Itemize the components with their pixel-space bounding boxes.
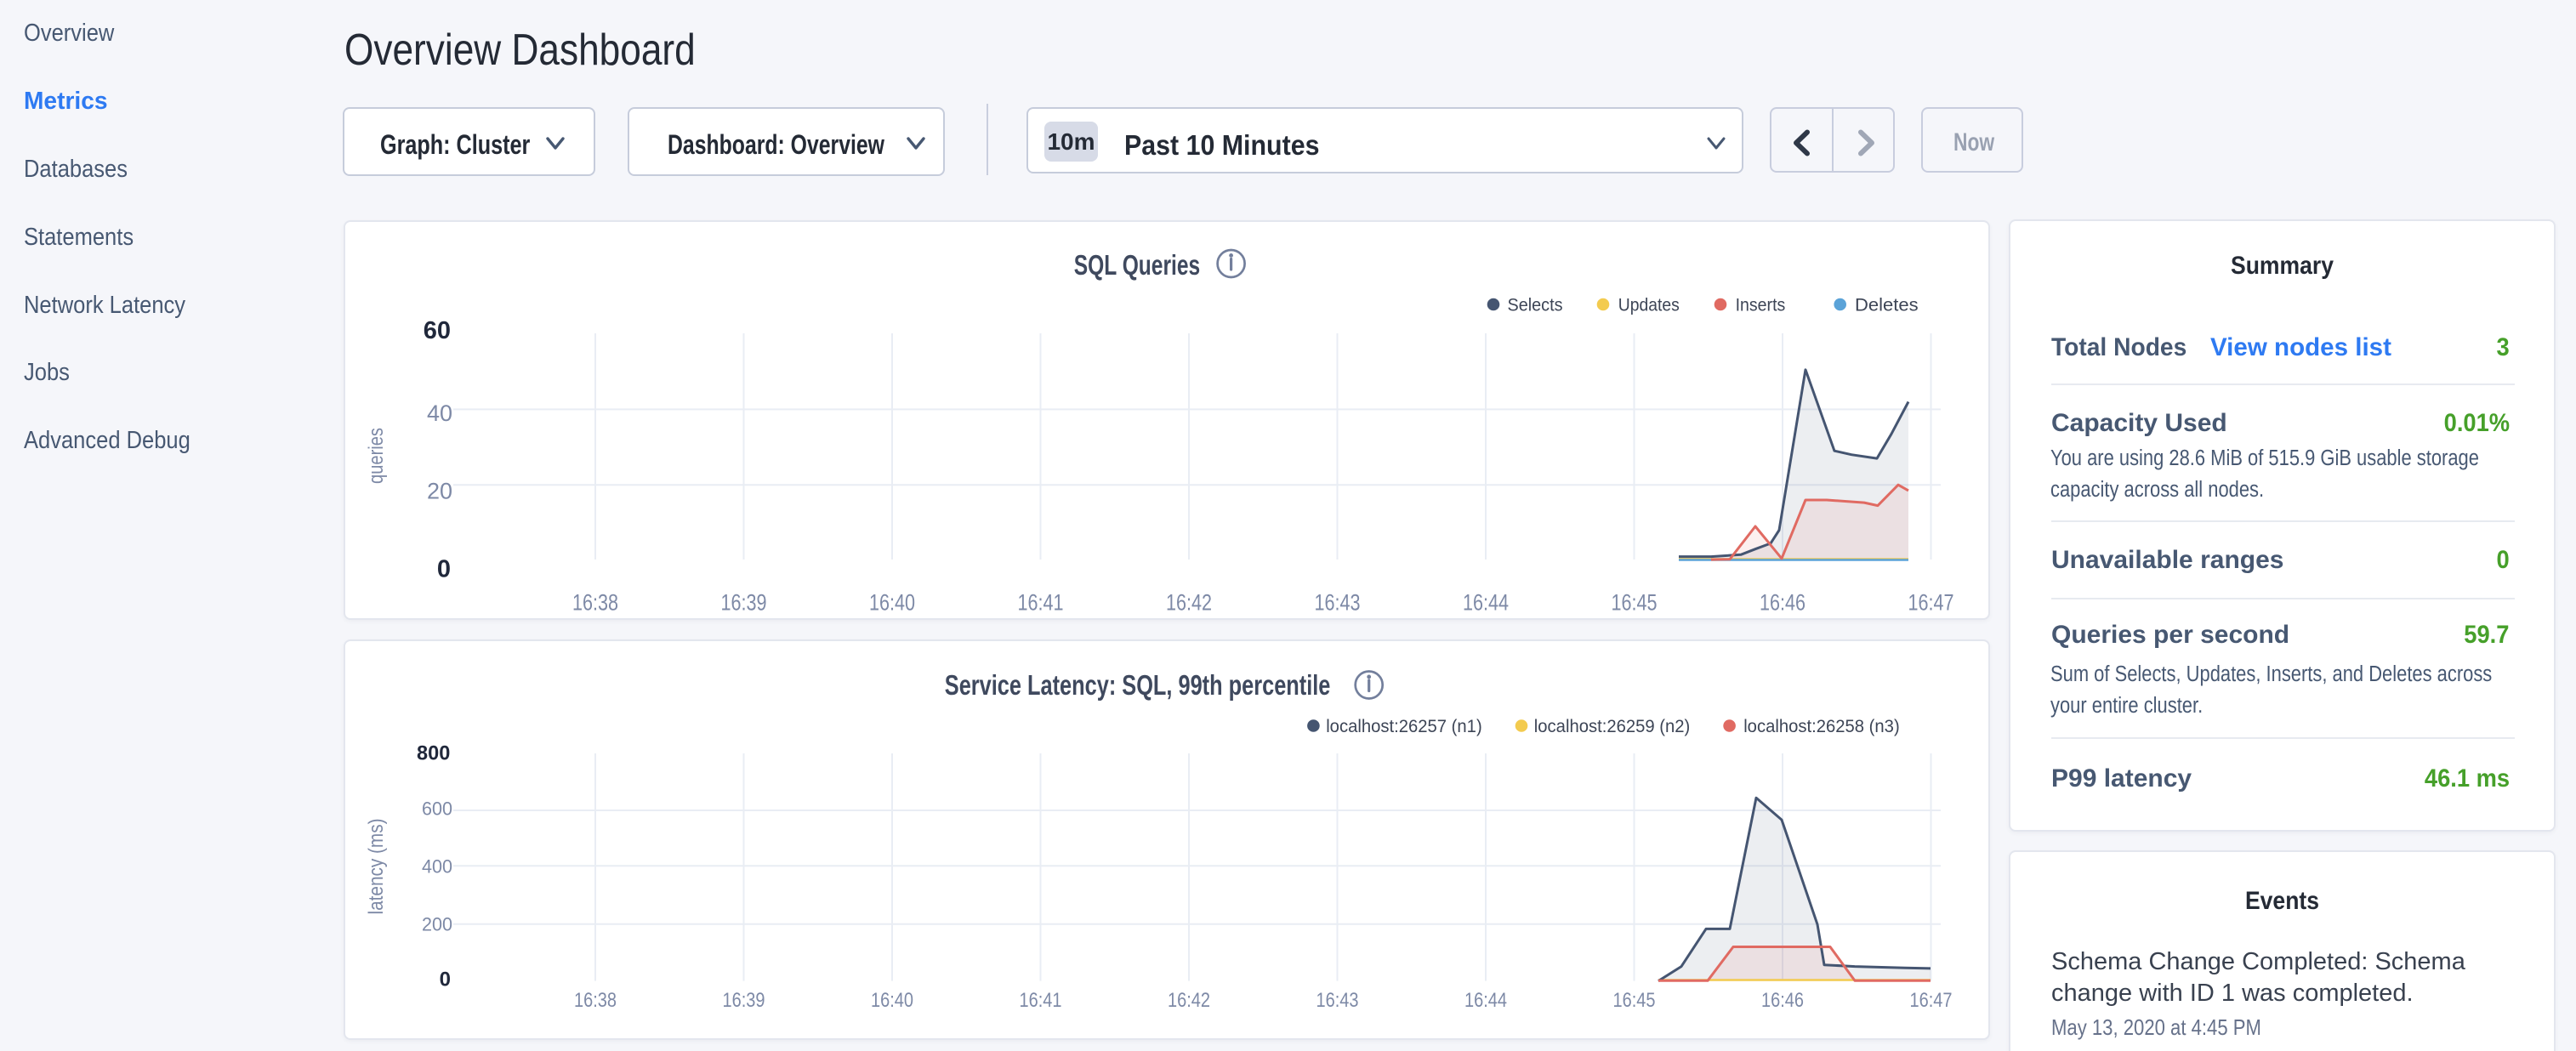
svg-text:16:39: 16:39: [721, 590, 767, 616]
svg-text:localhost:26257 (n1): localhost:26257 (n1): [1326, 717, 1482, 736]
svg-text:queries: queries: [365, 428, 388, 484]
svg-text:16:47: 16:47: [1908, 590, 1954, 616]
svg-text:16:42: 16:42: [1168, 989, 1210, 1012]
svg-text:40: 40: [427, 401, 452, 426]
svg-text:16:46: 16:46: [1760, 590, 1805, 616]
svg-text:16:40: 16:40: [871, 989, 913, 1012]
svg-text:16:44: 16:44: [1463, 590, 1509, 616]
svg-text:16:39: 16:39: [723, 989, 765, 1012]
svg-text:200: 200: [422, 913, 452, 935]
svg-text:16:45: 16:45: [1612, 590, 1658, 616]
svg-text:Inserts: Inserts: [1736, 296, 1786, 315]
svg-text:16:45: 16:45: [1613, 989, 1656, 1012]
svg-text:16:40: 16:40: [869, 590, 915, 616]
svg-text:60: 60: [424, 317, 451, 344]
svg-text:16:43: 16:43: [1316, 989, 1359, 1012]
svg-text:0: 0: [440, 969, 451, 991]
svg-text:Service Latency: SQL, 99th per: Service Latency: SQL, 99th percentile: [945, 669, 1331, 701]
svg-text:16:42: 16:42: [1166, 590, 1212, 616]
svg-text:16:38: 16:38: [574, 989, 617, 1012]
svg-text:Updates: Updates: [1618, 296, 1680, 315]
svg-text:16:44: 16:44: [1464, 989, 1507, 1012]
svg-text:0: 0: [437, 556, 451, 583]
svg-text:localhost:26258 (n3): localhost:26258 (n3): [1743, 717, 1900, 736]
svg-text:Deletes: Deletes: [1855, 296, 1919, 315]
svg-text:800: 800: [417, 742, 450, 765]
svg-text:16:47: 16:47: [1910, 989, 1953, 1012]
svg-text:16:38: 16:38: [572, 590, 618, 616]
svg-text:SQL Queries: SQL Queries: [1074, 249, 1200, 281]
svg-text:latency (ms): latency (ms): [365, 819, 388, 915]
svg-text:20: 20: [427, 479, 452, 504]
svg-text:16:41: 16:41: [1020, 989, 1062, 1012]
svg-text:600: 600: [422, 798, 452, 820]
svg-text:localhost:26259 (n2): localhost:26259 (n2): [1534, 717, 1691, 736]
svg-text:16:41: 16:41: [1018, 590, 1064, 616]
svg-text:16:46: 16:46: [1761, 989, 1804, 1012]
svg-text:16:43: 16:43: [1315, 590, 1361, 616]
svg-text:400: 400: [422, 856, 452, 878]
svg-text:Selects: Selects: [1508, 296, 1563, 315]
